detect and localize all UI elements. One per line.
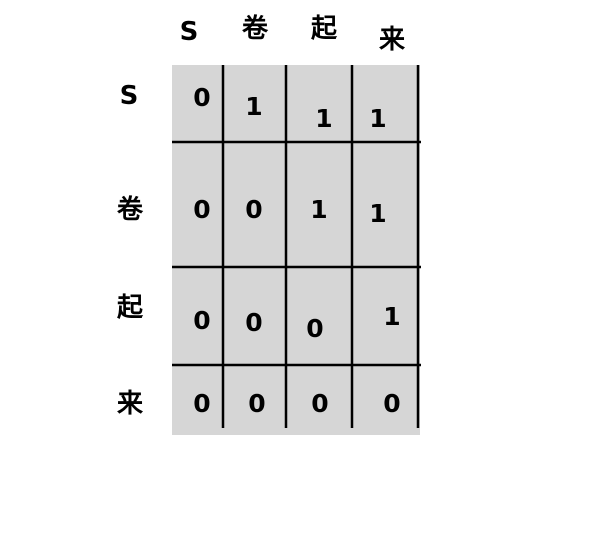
row-header-s: S [120,81,139,111]
row-headers: S 卷 起 来 [117,81,144,419]
cell-value: 0 [383,389,400,418]
row-header-juan: 卷 [117,195,144,225]
column-headers: S 卷 起 来 [180,14,406,55]
cell-value: 1 [369,104,386,133]
row-header-qi: 起 [117,293,144,323]
cell-value: 0 [245,308,262,337]
cell-value: 0 [245,195,262,224]
column-header-lai: 来 [379,25,406,55]
cell-value: 1 [383,302,400,331]
cell-value: 1 [369,199,386,228]
cell-value: 0 [193,195,210,224]
matrix-figure: S 卷 起 来 S 卷 起 来 0 1 1 1 0 0 1 1 0 0 0 1 … [117,14,421,435]
cell-value: 1 [245,92,262,121]
cell-value: 0 [193,389,210,418]
cell-value: 0 [193,83,210,112]
cell-value: 0 [311,389,328,418]
cell-value: 1 [310,195,327,224]
column-header-juan: 卷 [242,14,269,44]
cell-value: 0 [193,306,210,335]
cell-value: 1 [315,104,332,133]
column-header-s: S [180,17,199,47]
cell-value: 0 [306,314,323,343]
cell-value: 0 [248,389,265,418]
column-header-qi: 起 [311,14,338,44]
row-header-lai: 来 [117,389,144,419]
